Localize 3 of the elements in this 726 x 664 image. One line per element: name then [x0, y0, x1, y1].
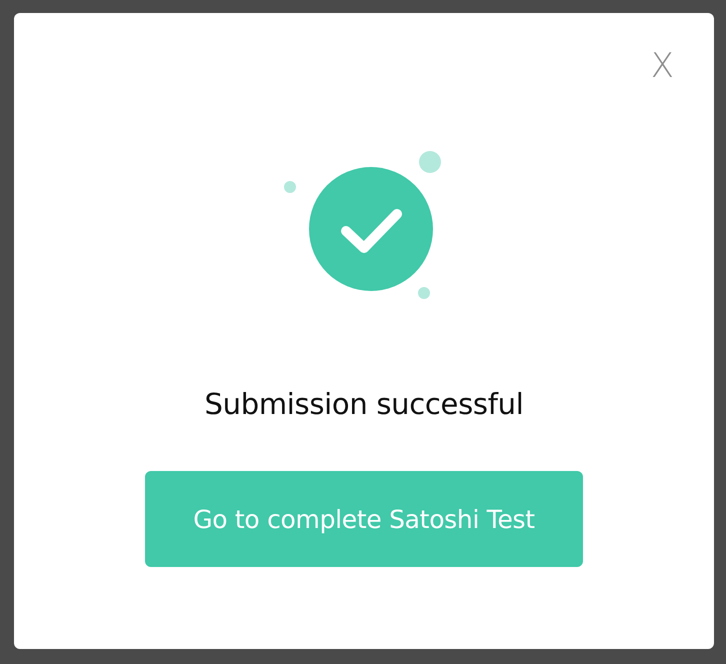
close-button[interactable]: X	[650, 49, 674, 83]
complete-test-button[interactable]: Go to complete Satoshi Test	[145, 471, 583, 567]
success-message: Submission successful	[204, 387, 524, 421]
